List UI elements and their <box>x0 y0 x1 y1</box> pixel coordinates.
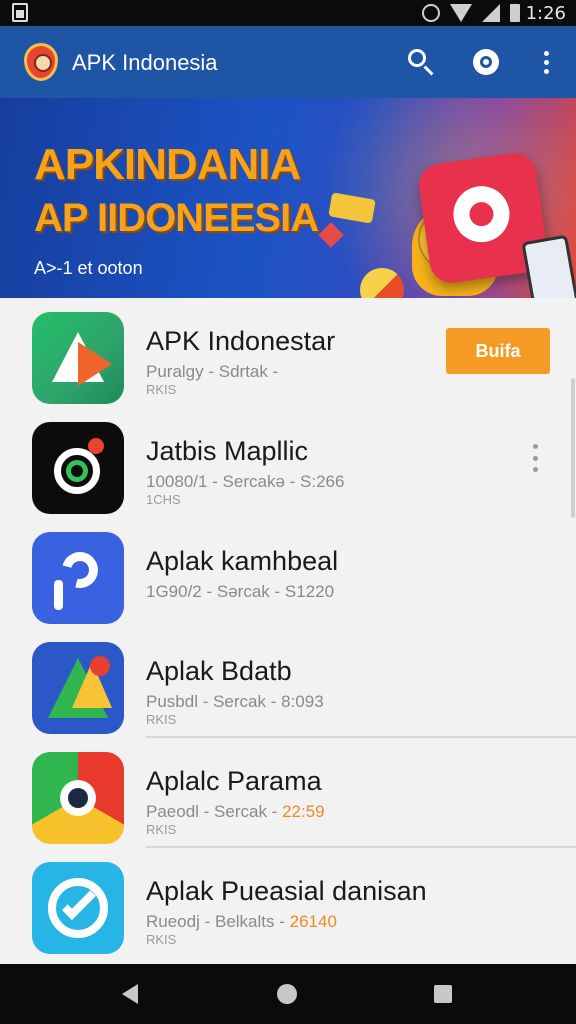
account-icon <box>473 49 499 75</box>
app-meta: Paeodl - Sercak - 22:59 <box>146 802 325 821</box>
promo-banner[interactable]: APKINDANIA AP IIDONEESIA A>-1 et ooton <box>0 98 576 298</box>
list-item[interactable]: Aplak Pueasial danisan Rueodj - Belkalts… <box>0 848 576 958</box>
row-more-button[interactable] <box>526 444 544 472</box>
app-icon <box>32 532 124 624</box>
more-options-button[interactable] <box>530 46 562 78</box>
app-meta: Rueodj - Belkalts - 26140 <box>146 912 337 931</box>
list-item[interactable]: Aplak Bdatb Pusbdl - Sercak - 8:093 RKIS <box>0 628 576 738</box>
app-meta-secondary: 1CHS <box>146 492 181 507</box>
app-icon <box>32 862 124 954</box>
screenshot-icon <box>12 3 28 22</box>
app-name: APK Indonestar <box>146 326 336 356</box>
banner-subtitle: A>-1 et ooton <box>34 258 143 278</box>
app-meta: 1G90/2 - Sərcak - S1220 <box>146 582 335 601</box>
app-meta-secondary: RKIS <box>146 932 177 947</box>
more-vert-icon <box>543 50 549 56</box>
app-logo-icon <box>24 43 58 81</box>
app-meta-secondary: RKIS <box>146 712 177 727</box>
search-button[interactable] <box>405 46 437 78</box>
app-meta-secondary: RKIS <box>146 382 177 397</box>
phone-graphic <box>521 234 576 298</box>
app-name: Aplak Bdatb <box>146 656 292 686</box>
list-item[interactable]: Aplalc Parama Paeodl - Sercak - 22:59 RK… <box>0 738 576 848</box>
app-meta: Pusbdl - Sercak - 8:093 <box>146 692 324 711</box>
app-icon <box>32 422 124 514</box>
app-name: Jatbis Mapllic <box>146 436 309 466</box>
home-icon[interactable] <box>277 984 297 1004</box>
app-meta: Puralgy - Sdrtak - <box>146 362 279 381</box>
more-vert-icon <box>532 444 538 449</box>
status-icons <box>422 2 520 24</box>
alarm-icon <box>422 4 440 22</box>
list-item[interactable]: Jatbis Mapllic 10080/1 - Sercakə - S:266… <box>0 408 576 518</box>
banner-title: APKINDANIA <box>34 140 301 189</box>
battery-icon <box>510 4 520 22</box>
app-icon <box>32 642 124 734</box>
app-title: APK Indonesia <box>72 50 218 75</box>
navigation-bar <box>0 964 576 1024</box>
back-icon[interactable] <box>122 984 138 1004</box>
search-icon <box>408 49 426 67</box>
app-icon <box>32 752 124 844</box>
app-name: Aplalc Parama <box>146 766 322 796</box>
app-icon <box>32 312 124 404</box>
recents-icon[interactable] <box>434 985 452 1003</box>
status-time: 1:26 <box>525 3 566 24</box>
app-list: APK Indonestar Puralgy - Sdrtak - RKIS B… <box>0 298 576 964</box>
wifi-icon <box>450 4 472 22</box>
app-name: Aplak Pueasial danisan <box>146 876 427 906</box>
list-item[interactable]: APK Indonestar Puralgy - Sdrtak - RKIS B… <box>0 298 576 408</box>
status-bar: 1:26 <box>0 0 576 26</box>
app-meta-secondary: RKIS <box>146 822 177 837</box>
app-meta: 10080/1 - Sercakə - S:266 <box>146 472 345 491</box>
list-item[interactable]: Aplak kamhbeal 1G90/2 - Sərcak - S1220 <box>0 518 576 628</box>
signal-icon <box>482 4 500 22</box>
install-button[interactable]: Buifa <box>446 328 550 374</box>
banner-title-secondary: AP IIDONEESIA <box>34 196 319 240</box>
app-bar: APK Indonesia <box>0 26 576 98</box>
app-name: Aplak kamhbeal <box>146 546 339 576</box>
account-button[interactable] <box>470 46 502 78</box>
